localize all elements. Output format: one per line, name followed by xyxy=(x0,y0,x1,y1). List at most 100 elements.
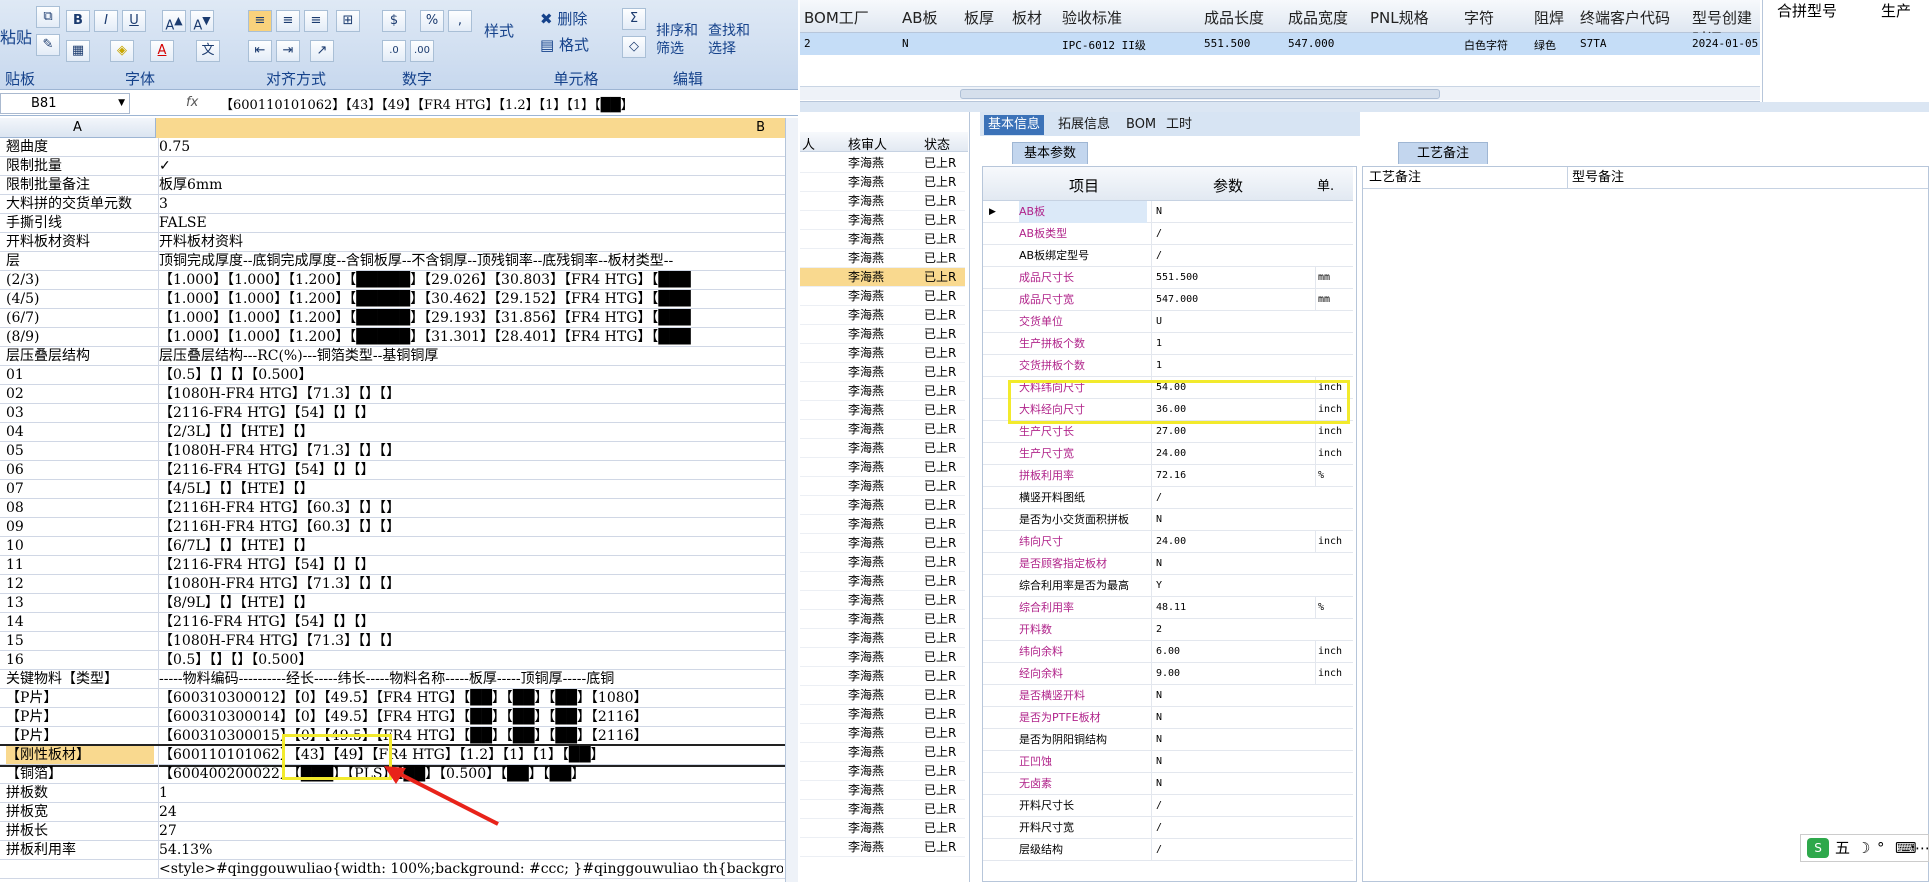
property-row[interactable]: 无卤素 N xyxy=(983,773,1353,795)
cell-b[interactable]: 【600310300012】【0】【49.5】【FR4 HTG】【██】【██】… xyxy=(158,689,783,707)
cell-b[interactable]: 54.13% xyxy=(158,841,783,859)
clear-icon[interactable]: ◇ xyxy=(622,36,646,58)
tab-basic-info[interactable]: 基本信息 xyxy=(984,115,1045,135)
cell-a[interactable]: 【P片】 xyxy=(6,689,154,707)
property-row[interactable]: 是否为PTFE板材 N xyxy=(983,707,1353,729)
cell-b[interactable]: 3 xyxy=(158,195,783,213)
top-grid-header-cell[interactable]: AB板 xyxy=(902,7,938,28)
property-row[interactable]: 正凹蚀 N xyxy=(983,751,1353,773)
column-a-header[interactable]: A xyxy=(0,118,156,138)
list-item[interactable]: 李海燕 已上R xyxy=(800,800,965,819)
property-row[interactable]: 综合利用率是否为最高 Y xyxy=(983,575,1353,597)
format-button[interactable]: ▤ 格式 xyxy=(540,34,589,55)
cell-b[interactable]: 【0.5】【】【】【0.500】 xyxy=(158,651,783,669)
property-value[interactable]: / xyxy=(1151,245,1311,267)
shrink-font-button[interactable]: A▼ xyxy=(190,10,214,33)
top-grid-header-cell[interactable]: 终端客户代码 xyxy=(1580,7,1670,28)
name-box[interactable]: B81 ▼ xyxy=(0,93,130,114)
list-item[interactable]: 李海燕 已上R xyxy=(800,838,965,857)
cell-b[interactable]: 层压叠层结构---RC(%)---铜箔类型--基铜铜厚 xyxy=(158,347,783,365)
decrease-indent-icon[interactable]: ⇤ xyxy=(248,40,272,62)
property-value[interactable]: / xyxy=(1151,223,1311,245)
property-value[interactable]: N xyxy=(1151,685,1311,707)
phonetic-icon[interactable]: 文 xyxy=(196,40,220,62)
list-item[interactable]: 李海燕 已上R xyxy=(800,325,965,344)
cell-b[interactable]: 【1080H-FR4 HTG】【71.3】【】【】 xyxy=(158,442,783,460)
list-item[interactable]: 李海燕 已上R xyxy=(800,705,965,724)
increase-indent-icon[interactable]: ⇥ xyxy=(276,40,300,62)
list-item[interactable]: 李海燕 已上R xyxy=(800,648,965,667)
top-grid-header-cell[interactable]: 字符 xyxy=(1464,7,1494,28)
property-row[interactable]: 开料尺寸宽 / xyxy=(983,817,1353,839)
cell-b[interactable]: 开料板材资料 xyxy=(158,233,783,251)
cell-b[interactable]: 【1.000】【1.000】【1.200】【█████】【30.462】【29.… xyxy=(158,290,783,308)
list-item[interactable]: 李海燕 已上R xyxy=(800,743,965,762)
cell-b[interactable]: 【1080H-FR4 HTG】【71.3】【】【】 xyxy=(158,575,783,593)
cell-b[interactable]: 【1.000】【1.000】【1.200】【█████】【31.301】【28.… xyxy=(158,328,783,346)
cell-a[interactable]: 02 xyxy=(6,385,154,403)
property-value[interactable]: N xyxy=(1151,509,1311,531)
cell-b[interactable]: 顶铜完成厚度--底铜完成厚度--含铜板厚--不含铜厚--顶残铜率--底残铜率--… xyxy=(158,252,783,270)
tab-extended-info[interactable]: 拓展信息 xyxy=(1058,115,1110,135)
cell-a[interactable]: 开料板材资料 xyxy=(6,233,154,251)
property-value[interactable]: 48.11 xyxy=(1151,597,1311,619)
list-item[interactable]: 李海燕 已上R xyxy=(800,686,965,705)
cell-b[interactable]: 【2116-FR4 HTG】【54】【】【】 xyxy=(158,613,783,631)
cell-a[interactable]: 限制批量 xyxy=(6,157,154,175)
currency-icon[interactable]: $ xyxy=(382,10,406,32)
property-row[interactable]: 生产尺寸宽 24.00 inch xyxy=(983,443,1353,465)
cell-a[interactable]: (4/5) xyxy=(6,290,154,308)
cell-a[interactable]: 拼板数 xyxy=(6,784,154,802)
list-item[interactable]: 李海燕 已上R xyxy=(800,477,965,496)
property-row[interactable]: 纬向余料 6.00 inch xyxy=(983,641,1353,663)
list-item[interactable]: 李海燕 已上R xyxy=(800,439,965,458)
cell-b[interactable]: 【2116-FR4 HTG】【54】【】【】 xyxy=(158,404,783,422)
property-row[interactable]: 成品尺寸长 551.500 mm xyxy=(983,267,1353,289)
cell-a[interactable]: 翘曲度 xyxy=(6,138,154,156)
cell-b[interactable]: 【1.000】【1.000】【1.200】【█████】【29.026】【30.… xyxy=(158,271,783,289)
fill-color-icon[interactable]: ◈ xyxy=(110,40,134,62)
punctuation-icon[interactable]: ° xyxy=(1877,835,1885,861)
cell-a[interactable]: 【铜箔】 xyxy=(6,765,154,783)
percent-icon[interactable]: % xyxy=(420,10,444,32)
property-row[interactable]: 成品尺寸宽 547.000 mm xyxy=(983,289,1353,311)
cell-a[interactable]: 07 xyxy=(6,480,154,498)
property-value[interactable]: 547.000 xyxy=(1151,289,1311,311)
cell-b[interactable]: 【2116H-FR4 HTG】【60.3】【】【】 xyxy=(158,518,783,536)
list-item[interactable]: 李海燕 已上R xyxy=(800,249,965,268)
property-value[interactable]: Y xyxy=(1151,575,1311,597)
property-value[interactable]: U xyxy=(1151,311,1311,333)
list-item[interactable]: 李海燕 已上R xyxy=(800,553,965,572)
property-value[interactable]: N xyxy=(1151,201,1311,223)
underline-button[interactable]: U xyxy=(122,10,146,32)
comma-icon[interactable]: , xyxy=(448,10,472,32)
formula-input[interactable]: 【600110101062】【43】【49】【FR4 HTG】【1.2】【1】【… xyxy=(220,94,790,113)
property-row[interactable]: 开料数 2 xyxy=(983,619,1353,641)
top-grid-header-cell[interactable]: 板材 xyxy=(1012,7,1042,28)
property-value[interactable]: 1 xyxy=(1151,355,1311,377)
cell-a[interactable]: (6/7) xyxy=(6,309,154,327)
cell-a[interactable]: 手撕引线 xyxy=(6,214,154,232)
property-value[interactable]: N xyxy=(1151,751,1311,773)
header-shengchan[interactable]: 生产 xyxy=(1881,0,1911,21)
cell-a[interactable]: 08 xyxy=(6,499,154,517)
cell-b[interactable]: 【2116-FR4 HTG】【54】【】【】 xyxy=(158,556,783,574)
orientation-icon[interactable]: ↗ xyxy=(310,40,334,62)
cell-a[interactable]: 11 xyxy=(6,556,154,574)
tab-process-remarks[interactable]: 工艺备注 xyxy=(1398,142,1488,164)
property-row[interactable]: ▶ AB板 N xyxy=(983,201,1353,223)
property-row[interactable]: 综合利用率 48.11% xyxy=(983,597,1353,619)
property-row[interactable]: 是否横竖开料 N xyxy=(983,685,1353,707)
cell-a[interactable]: (2/3) xyxy=(6,271,154,289)
cell-a[interactable]: 03 xyxy=(6,404,154,422)
property-value[interactable]: 6.00 xyxy=(1151,641,1311,663)
property-value[interactable]: N xyxy=(1151,553,1311,575)
property-row[interactable]: 生产尺寸长 27.00 inch xyxy=(983,421,1353,443)
property-value[interactable]: N xyxy=(1151,773,1311,795)
property-row[interactable]: 是否为小交货面积拼板 N xyxy=(983,509,1353,531)
autosum-icon[interactable]: Σ xyxy=(622,8,646,30)
property-row[interactable]: 横竖开料图纸 / xyxy=(983,487,1353,509)
style-button[interactable]: 样式 xyxy=(484,20,514,41)
top-grid-header-cell[interactable]: 验收标准 xyxy=(1062,7,1122,28)
property-row[interactable]: AB板类型 / xyxy=(983,223,1353,245)
